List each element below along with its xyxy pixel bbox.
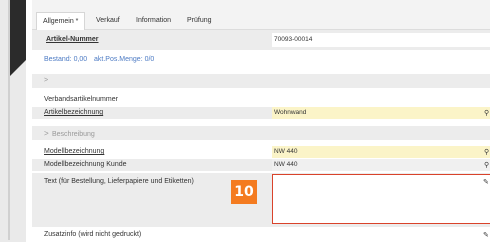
tab-bar: Allgemein * Verkauf Information Prüfung xyxy=(32,0,490,30)
chevron-right-icon: > xyxy=(44,77,49,84)
edit-icon[interactable]: ✎ xyxy=(483,231,489,239)
article-number-row: Artikel-Nummer 70093-00014 xyxy=(32,30,490,50)
description-section-title: Beschreibung xyxy=(52,131,95,138)
collapsed-section[interactable]: > xyxy=(32,74,490,88)
article-number-value: 70093-00014 xyxy=(274,36,313,43)
stock-row: Bestand: 0,00 akt.Pos.Menge: 0/0 xyxy=(32,50,490,70)
description-section-header: > Beschreibung xyxy=(44,129,95,138)
modellbezeichnung-kunde-field[interactable]: NW 440 xyxy=(272,159,490,171)
language-icon[interactable]: ⚲ xyxy=(484,109,489,117)
left-panel-shadow xyxy=(8,0,26,240)
tab-information[interactable]: Information xyxy=(130,13,177,28)
stock-bestand[interactable]: Bestand: 0,00 xyxy=(44,56,87,63)
edit-icon[interactable]: ✎ xyxy=(483,178,489,186)
language-icon[interactable]: ⚲ xyxy=(484,161,489,169)
verbandsartikelnummer-label: Verbandsartikelnummer xyxy=(44,96,118,103)
description-section[interactable]: > Beschreibung xyxy=(32,126,490,140)
article-number-label: Artikel-Nummer xyxy=(46,36,99,43)
zusatzinfo-row: Zusatzinfo (wird nicht gedruckt) ✎ xyxy=(32,228,490,242)
modellbezeichnung-field[interactable]: NW 440 xyxy=(272,146,490,158)
modellbezeichnung-kunde-label: Modellbezeichnung Kunde xyxy=(44,161,127,168)
zusatzinfo-label: Zusatzinfo (wird nicht gedruckt) xyxy=(44,231,142,238)
modellbezeichnung-label: Modellbezeichnung xyxy=(44,148,105,155)
verbandsartikelnummer-row: Verbandsartikelnummer xyxy=(32,94,490,106)
artikelbezeichnung-row: Artikelbezeichnung Wohnwand ⚲ xyxy=(32,107,490,119)
article-number-field[interactable]: 70093-00014 xyxy=(272,33,490,47)
modellbezeichnung-kunde-row: Modellbezeichnung Kunde NW 440 ⚲ xyxy=(32,159,490,171)
artikelbezeichnung-value: Wohnwand xyxy=(274,109,307,116)
verbandsartikelnummer-field[interactable] xyxy=(272,94,490,106)
tab-allgemein[interactable]: Allgemein * xyxy=(36,12,86,30)
text-textarea[interactable] xyxy=(272,174,490,224)
text-label: Text (für Bestellung, Lieferpapiere und … xyxy=(44,178,194,185)
language-icon[interactable]: ⚲ xyxy=(484,148,489,156)
tab-pruefung[interactable]: Prüfung xyxy=(181,13,218,28)
tab-verkauf[interactable]: Verkauf xyxy=(90,13,126,28)
stock-pos-menge[interactable]: akt.Pos.Menge: 0/0 xyxy=(94,56,154,63)
artikelbezeichnung-label: Artikelbezeichnung xyxy=(44,109,104,116)
modellbezeichnung-value: NW 440 xyxy=(274,148,298,155)
artikelbezeichnung-field[interactable]: Wohnwand xyxy=(272,107,490,119)
modellbezeichnung-kunde-value: NW 440 xyxy=(274,161,298,168)
step-badge: 10 xyxy=(231,180,257,204)
article-form: Allgemein * Verkauf Information Prüfung … xyxy=(32,0,490,242)
chevron-right-icon: > xyxy=(44,129,49,138)
modellbezeichnung-row: Modellbezeichnung NW 440 ⚲ xyxy=(32,146,490,158)
